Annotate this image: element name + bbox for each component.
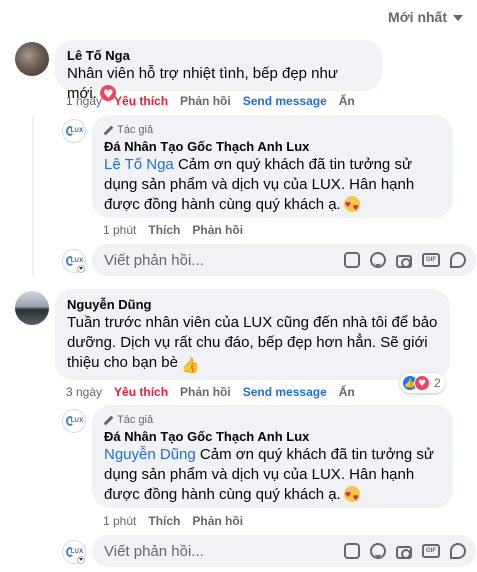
reply-input[interactable]: Viết phản hồi... GIF	[92, 244, 476, 276]
comment-bubble: Lê Tố Nga Nhân viên hỗ trợ nhiệt tình, b…	[55, 40, 382, 104]
logo-swirl-icon	[66, 256, 74, 266]
logo-swirl-icon	[66, 416, 74, 426]
chevron-down-icon	[453, 15, 463, 21]
avatar[interactable]	[15, 291, 49, 325]
thread-line	[32, 116, 34, 276]
comment-author[interactable]: Nguyễn Dũng	[67, 297, 438, 313]
comment-author[interactable]: Lê Tố Nga	[67, 48, 370, 64]
sticker-icon[interactable]	[450, 252, 466, 268]
page-avatar[interactable]: LUX	[62, 119, 86, 143]
gif-icon[interactable]: GIF	[422, 544, 440, 558]
reply-text: Nguyễn Dũng Cảm ơn quý khách đã tin tưởn…	[104, 445, 441, 508]
reply-actions: 1 phút Thích Phản hồi	[103, 223, 255, 237]
reply-author[interactable]: Đá Nhân Tạo Gốc Thạch Anh Lux	[104, 429, 441, 445]
comment-text-content: Tuần trước nhân viên của LUX cũng đến nh…	[67, 314, 438, 371]
reply-text: Lê Tố Nga Cảm ơn quý khách đã tin tưởng …	[104, 155, 441, 218]
reply-time[interactable]: 1 phút	[103, 514, 136, 528]
pen-icon	[104, 126, 113, 135]
avatar-sticker-icon[interactable]	[344, 543, 360, 559]
avatar[interactable]	[15, 42, 49, 76]
love-reaction-icon: ♥	[414, 375, 430, 391]
reply-input-placeholder: Viết phản hồi...	[104, 251, 204, 269]
sort-dropdown[interactable]: Mới nhất	[388, 9, 463, 25]
avatar-sticker-icon[interactable]	[344, 252, 360, 268]
reply-reply-button[interactable]: Phản hồi	[192, 514, 243, 528]
composer-tools: GIF	[344, 252, 476, 268]
send-message-button[interactable]: Send message	[243, 94, 327, 108]
logo-swirl-icon	[66, 547, 74, 557]
thumbs-up-emoji-icon: 👍	[180, 356, 200, 374]
mention-link[interactable]: Lê Tố Nga	[104, 156, 174, 173]
author-badge-label: Tác giả	[117, 414, 154, 426]
chevron-down-icon[interactable]	[77, 556, 85, 564]
reply-bubble: Tác giả Đá Nhân Tạo Gốc Thạch Anh Lux Lê…	[92, 115, 453, 218]
sort-label: Mới nhất	[388, 9, 447, 25]
comment-time[interactable]: 1 ngày	[66, 94, 102, 108]
send-message-button[interactable]: Send message	[243, 385, 327, 399]
hide-button[interactable]: Ẩn	[339, 94, 355, 108]
reply-button[interactable]: Phản hồi	[180, 385, 231, 399]
heart-eyes-emoji-icon	[343, 195, 360, 218]
emoji-icon[interactable]	[370, 252, 386, 268]
reply-reply-button[interactable]: Phản hồi	[192, 223, 243, 237]
like-button[interactable]: Yêu thích	[114, 385, 168, 399]
comment-actions: 1 ngày Yêu thích Phản hồi Send message Ẩ…	[66, 94, 367, 108]
gif-icon[interactable]: GIF	[422, 253, 440, 267]
reply-like-button[interactable]: Thích	[148, 514, 180, 528]
comment-time[interactable]: 3 ngày	[66, 385, 102, 399]
comment-actions: 3 ngày Yêu thích Phản hồi Send message Ẩ…	[66, 385, 367, 399]
reaction-count: 2	[434, 376, 441, 390]
emoji-icon[interactable]	[370, 543, 386, 559]
reply-time[interactable]: 1 phút	[103, 223, 136, 237]
heart-eyes-emoji-icon	[343, 485, 360, 508]
comment-text: Tuần trước nhân viên của LUX cũng đến nh…	[67, 313, 438, 374]
comment-bubble: Nguyễn Dũng Tuần trước nhân viên của LUX…	[55, 289, 450, 380]
camera-icon[interactable]	[396, 254, 412, 268]
reply-author[interactable]: Đá Nhân Tạo Gốc Thạch Anh Lux	[104, 139, 441, 155]
page-avatar[interactable]: LUX	[62, 409, 86, 433]
reply-button[interactable]: Phản hồi	[180, 94, 231, 108]
author-badge: Tác giả	[104, 413, 441, 427]
reply-like-button[interactable]: Thích	[148, 223, 180, 237]
author-badge: Tác giả	[104, 123, 441, 137]
chevron-down-icon[interactable]	[77, 265, 85, 273]
reply-input-placeholder: Viết phản hồi...	[104, 542, 204, 560]
pen-icon	[104, 416, 113, 425]
logo-swirl-icon	[66, 126, 74, 136]
reply-input[interactable]: Viết phản hồi... GIF	[92, 535, 476, 567]
reaction-summary[interactable]: 👍 ♥ 2	[400, 373, 445, 393]
reply-bubble: Tác giả Đá Nhân Tạo Gốc Thạch Anh Lux Ng…	[92, 405, 453, 508]
author-badge-label: Tác giả	[117, 124, 154, 136]
camera-icon[interactable]	[396, 545, 412, 559]
hide-button[interactable]: Ẩn	[339, 385, 355, 399]
like-button[interactable]: Yêu thích	[114, 94, 168, 108]
reply-actions: 1 phút Thích Phản hồi	[103, 514, 255, 528]
mention-link[interactable]: Nguyễn Dũng	[104, 446, 196, 463]
sticker-icon[interactable]	[450, 543, 466, 559]
composer-tools: GIF	[344, 543, 476, 559]
